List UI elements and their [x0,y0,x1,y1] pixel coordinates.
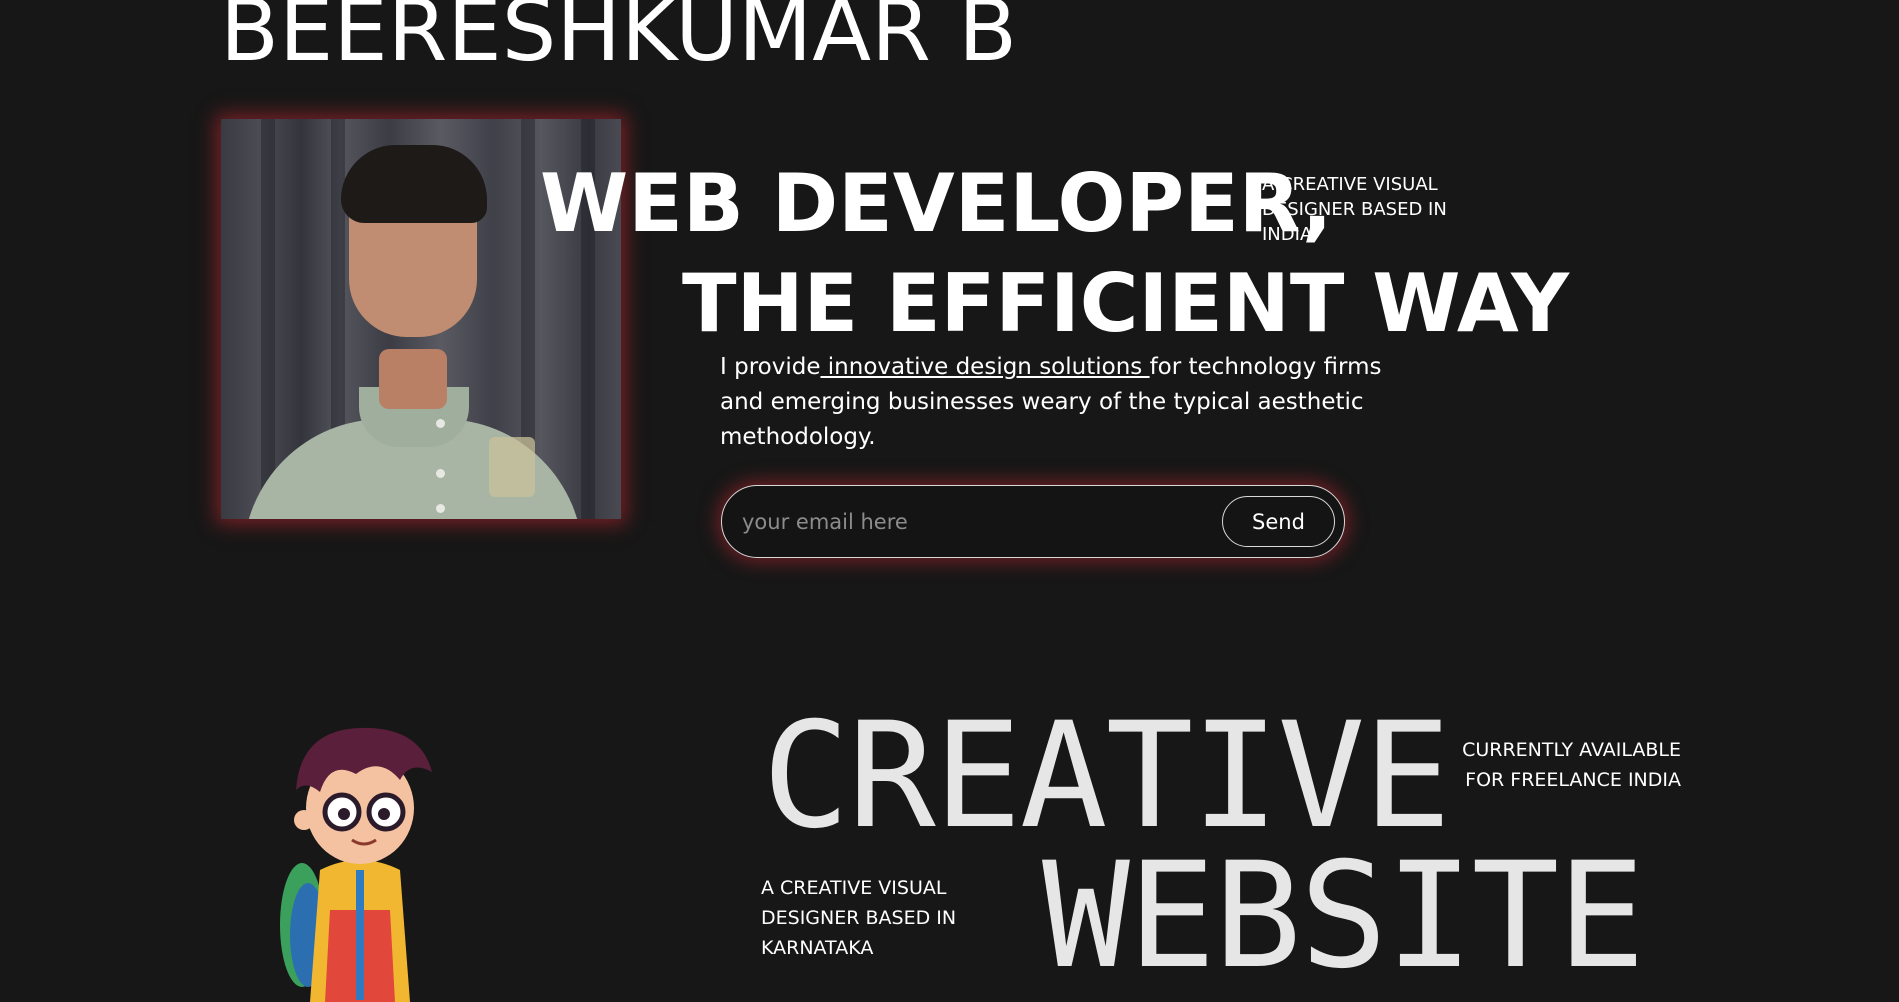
showcase-word-website: WEBSITE [1042,831,1645,1001]
shirt-button [436,419,445,428]
email-input[interactable] [742,504,1192,540]
send-button[interactable]: Send [1222,496,1335,547]
email-subscribe-form: Send [721,485,1345,558]
availability-text: CURRENTLY AVAILABLE FOR FREELANCE INDIA [1462,739,1681,791]
shirt-emblem [489,437,535,497]
shirt-button [436,504,445,513]
intro-text-before: I provide [720,354,821,380]
showcase-tagline: A CREATIVE VISUAL DESIGNER BASED IN KARN… [761,877,957,959]
hero-headline-line1: WEB DEVELOPER, [540,157,1333,250]
photo-hair [341,145,487,223]
page: BEERESHKUMAR B WEB DEVELOPER, THE EFFICI… [0,0,1899,1002]
curtain-fold [261,119,275,519]
shirt-button [436,469,445,478]
hero-tagline: A CREATIVE VISUAL DESIGNER BASED IN INDI… [1262,174,1447,245]
hero-headline-line2: THE EFFICIENT WAY [682,257,1570,350]
photo-neck [379,349,447,409]
ear [294,810,314,830]
site-owner-name: BEERESHKUMAR B [220,0,1018,81]
cartoon-boy-illustration [280,727,432,1002]
design-solutions-link[interactable]: innovative design solutions [820,354,1149,380]
hoodie-stripe [356,870,364,1000]
intro-paragraph: I provide innovative design solutions fo… [720,350,1400,455]
eye-right [378,808,390,820]
eye-left [338,808,350,820]
